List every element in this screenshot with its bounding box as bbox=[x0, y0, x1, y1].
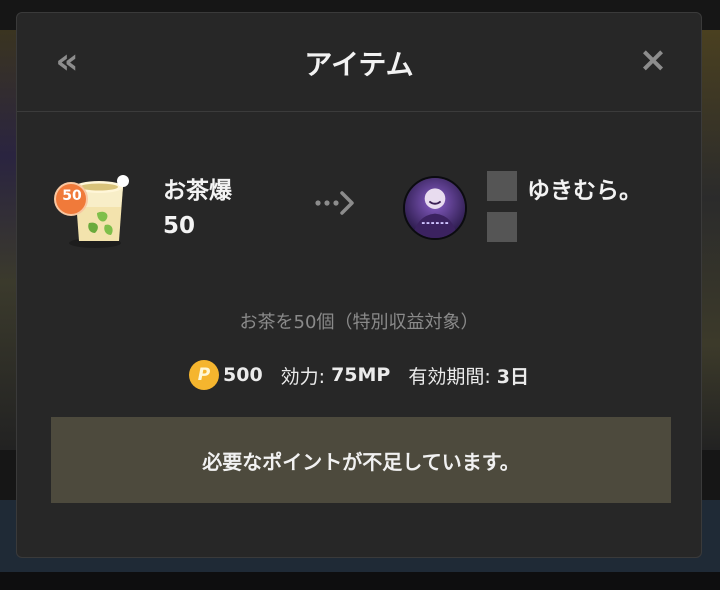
close-icon: × bbox=[638, 40, 668, 80]
modal-header: « アイテム × bbox=[17, 13, 701, 112]
recipient-name: ゆきむら。 bbox=[527, 178, 642, 204]
item-count-badge: 50 bbox=[62, 188, 82, 204]
item-name: お茶爆 bbox=[163, 178, 232, 204]
item-modal: « アイテム × 50 お茶爆 50 ゆきむら。 お茶を50個（特別収益対象） … bbox=[16, 12, 702, 558]
modal-title: アイテム bbox=[304, 48, 414, 81]
effect-label: 効力: bbox=[280, 365, 326, 388]
period-label: 有効期間: bbox=[408, 365, 491, 388]
insufficient-points-button[interactable]: 必要なポイントが不足しています。 bbox=[51, 417, 671, 503]
recipient-badge bbox=[487, 212, 517, 242]
arrow-right-icon bbox=[315, 191, 354, 215]
period-value: 3日 bbox=[496, 365, 529, 388]
close-button[interactable]: × bbox=[633, 39, 673, 81]
item-description: お茶を50個（特別収益対象） bbox=[239, 312, 479, 333]
price-value: 500 bbox=[223, 364, 263, 386]
item-stats: P 500 効力: 75MP 有効期間: 3日 bbox=[17, 359, 701, 391]
user-avatar bbox=[403, 176, 467, 240]
effect-value: 75MP bbox=[331, 364, 391, 386]
background-image-right bbox=[702, 30, 720, 450]
point-coin-icon: P bbox=[189, 360, 219, 390]
item-quantity: 50 bbox=[163, 213, 196, 239]
recipient-badge bbox=[487, 171, 517, 201]
tea-cup-icon bbox=[54, 175, 129, 248]
